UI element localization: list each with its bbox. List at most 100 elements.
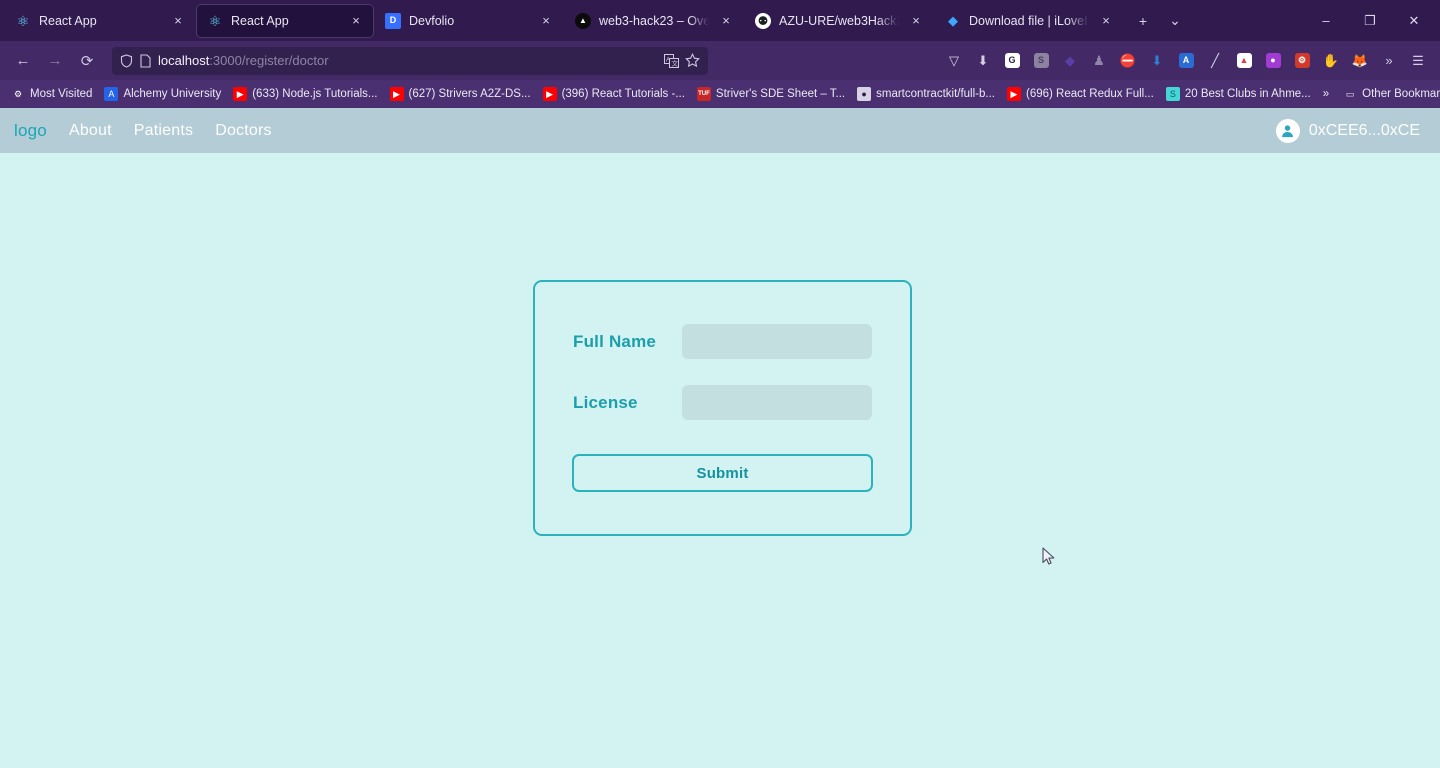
tab-close-button[interactable]: × <box>169 12 187 30</box>
obs-icon-glyph: ● <box>1265 53 1281 68</box>
bookmark-label: (696) React Redux Full... <box>1025 88 1154 100</box>
translate-ext-icon[interactable]: A <box>1172 47 1200 75</box>
people-icon[interactable]: ♟ <box>1085 47 1113 75</box>
browser-tab[interactable]: ▲ web3-hack23 – Overview - Ve × <box>564 4 744 38</box>
tab-title: React App <box>231 13 289 28</box>
github-icon: ● <box>857 87 872 101</box>
scribe-icon-glyph: S <box>1033 53 1049 68</box>
app-nav-links: logo About Patients Doctors <box>14 121 272 141</box>
nav-link-doctors[interactable]: Doctors <box>215 122 272 140</box>
address-bar[interactable]: localhost:3000/register/doctor A文 <box>112 46 708 75</box>
grammarly-icon-glyph: G <box>1004 53 1020 68</box>
restore-button[interactable]: ❐ <box>1348 4 1392 38</box>
scribe-icon[interactable]: S <box>1027 47 1055 75</box>
translate-ext-icon-glyph: A <box>1178 53 1194 68</box>
account-chip[interactable]: 0xCEE6...0xCE <box>1275 118 1426 143</box>
browser-tab[interactable]: ⚉ AZU-URE/web3Hack23: This i × <box>744 4 934 38</box>
iloveimg-icon: ◆ <box>948 13 958 28</box>
bookmark-item[interactable]: ⚙ Most Visited <box>6 85 97 103</box>
github-icon: ⚉ <box>755 12 771 29</box>
new-tab-button[interactable]: + <box>1128 6 1158 36</box>
doctor-registration-card: Full Name License Submit <box>533 280 912 536</box>
translate-icon[interactable]: A文 <box>664 53 679 68</box>
youtube-icon: ▶ <box>542 87 557 101</box>
browser-tab[interactable]: ⚛ React App × <box>196 3 374 38</box>
browser-toolbar: ← → ⟳ localhost:3000/register/doctor A文 … <box>0 41 1440 80</box>
bookmark-item[interactable]: ▶ (696) React Redux Full... <box>1002 85 1159 103</box>
bookmark-label: Striver's SDE Sheet – T... <box>715 88 846 100</box>
browser-tab[interactable]: D Devfolio × <box>374 4 564 38</box>
reload-icon[interactable]: ⟳ <box>72 46 102 76</box>
back-icon[interactable]: ← <box>8 46 38 76</box>
star-icon[interactable] <box>685 53 700 68</box>
window-controls: – ❐ ✕ <box>1304 4 1436 38</box>
adblock-icon[interactable]: ⛔ <box>1114 47 1142 75</box>
overflow-icon[interactable]: » <box>1375 47 1403 75</box>
bookmark-label: (627) Strivers A2Z-DS... <box>408 88 531 100</box>
page-viewport: logo About Patients Doctors 0xCEE6...0xC… <box>0 108 1440 768</box>
metamask-fox-icon[interactable]: 🦊 <box>1346 47 1374 75</box>
tab-close-button[interactable]: × <box>907 12 925 30</box>
tab-close-button[interactable]: × <box>717 12 735 30</box>
full-name-input[interactable] <box>682 324 872 359</box>
vercel-icon: ▲ <box>575 12 591 29</box>
pocket-icon[interactable]: ▽ <box>940 47 968 75</box>
nav-link-patients[interactable]: Patients <box>134 122 193 140</box>
bookmark-item[interactable]: ▶ (396) React Tutorials -... <box>538 85 690 103</box>
bookmark-item[interactable]: ▶ (633) Node.js Tutorials... <box>228 85 382 103</box>
tab-close-button[interactable]: × <box>537 12 555 30</box>
license-input[interactable] <box>682 385 872 420</box>
bookmark-item[interactable]: ▶ (627) Strivers A2Z-DS... <box>385 85 536 103</box>
tab-strip: ⚛ React App × ⚛ React App × D Devfolio × ▲ web3-ha… <box>0 0 1440 41</box>
wappalyzer-icon[interactable]: ▲ <box>1230 47 1258 75</box>
bookmarks-right: » ▭ Other Bookmarks <box>1318 85 1440 103</box>
eyedropper-icon[interactable]: ╱ <box>1201 47 1229 75</box>
minimize-button[interactable]: – <box>1304 4 1348 38</box>
tab-list-button[interactable]: ⌄ <box>1160 6 1190 36</box>
youtube-icon: ▶ <box>1006 87 1021 101</box>
redux-devtools-icon[interactable]: ⚙ <box>1288 47 1316 75</box>
youtube-icon: ▶ <box>233 87 248 101</box>
folder-icon: ▭ <box>1345 88 1355 99</box>
bookmark-item[interactable]: ● smartcontractkit/full-b... <box>852 85 1000 103</box>
bookmark-item[interactable]: S 20 Best Clubs in Ahme... <box>1161 85 1316 103</box>
tabstrip-actions: + ⌄ <box>1128 6 1190 36</box>
url-text[interactable]: localhost:3000/register/doctor <box>158 53 657 68</box>
bookmark-label: 20 Best Clubs in Ahme... <box>1184 88 1311 100</box>
react-icon: ⚛ <box>208 12 222 29</box>
bookmark-label: (633) Node.js Tutorials... <box>252 88 378 100</box>
submit-button[interactable]: Submit <box>572 454 873 492</box>
bookmarks-overflow-button[interactable]: » <box>1318 86 1334 102</box>
browser-window: ⚛ React App × ⚛ React App × D Devfolio × ▲ web3-ha… <box>0 0 1440 768</box>
bookmark-item[interactable]: TUF Striver's SDE Sheet – T... <box>692 85 850 103</box>
shield-icon[interactable] <box>120 53 133 68</box>
other-bookmarks-button[interactable]: ▭ Other Bookmarks <box>1338 85 1440 103</box>
obs-icon[interactable]: ● <box>1259 47 1287 75</box>
forward-icon[interactable]: → <box>40 46 70 76</box>
downloads-icon[interactable]: ⬇ <box>969 47 997 75</box>
phantom-icon[interactable]: ✋ <box>1317 47 1345 75</box>
skyscanner-icon: S <box>1165 87 1180 101</box>
mouse-cursor <box>1042 547 1056 567</box>
grammarly-icon[interactable]: G <box>998 47 1026 75</box>
alchemy-icon: A <box>104 87 119 101</box>
bookmark-label: smartcontractkit/full-b... <box>876 88 995 100</box>
metamask-diamond-icon[interactable]: ◆ <box>1056 47 1084 75</box>
nav-link-about[interactable]: About <box>69 122 112 140</box>
dropbox-icon[interactable]: ⬇ <box>1143 47 1171 75</box>
tab-close-button[interactable]: × <box>1097 12 1115 30</box>
bookmark-item[interactable]: A Alchemy University <box>99 85 226 103</box>
bookmark-label: (396) React Tutorials -... <box>561 88 685 100</box>
page-icon[interactable] <box>140 53 151 68</box>
tab-close-button[interactable]: × <box>347 12 365 30</box>
browser-tab[interactable]: ◆ Download file | iLoveIMG × <box>934 4 1124 38</box>
tab-title: AZU-URE/web3Hack23: This i <box>779 13 899 28</box>
full-name-label: Full Name <box>573 331 657 351</box>
browser-tab[interactable]: ⚛ React App × <box>4 4 196 38</box>
close-window-button[interactable]: ✕ <box>1392 4 1436 38</box>
devfolio-icon: D <box>385 12 401 29</box>
react-icon: ⚛ <box>16 12 30 29</box>
takeuforward-icon: TUF <box>696 87 711 101</box>
menu-icon[interactable]: ☰ <box>1404 47 1432 75</box>
app-logo[interactable]: logo <box>14 121 47 141</box>
